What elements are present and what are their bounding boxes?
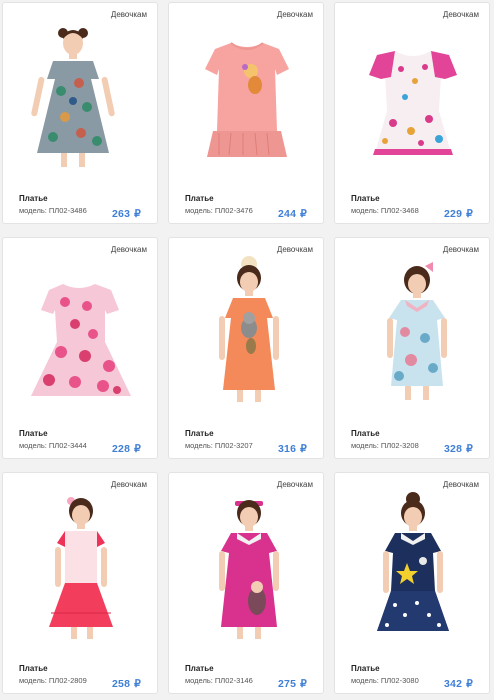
product-card[interactable]: Девочкам Платье модель: ПЛ02-3146 275 ₽ (168, 472, 324, 694)
product-model: модель: ПЛ02-3208 (351, 441, 419, 450)
category-label[interactable]: Девочкам (111, 480, 147, 489)
product-image[interactable] (345, 491, 481, 641)
product-model: модель: ПЛ02-3444 (19, 441, 87, 450)
product-card[interactable]: Девочкам Платье модель: ПЛ02-3444 228 ₽ (2, 237, 158, 459)
category-label[interactable]: Девочкам (277, 10, 313, 19)
product-name[interactable]: Платье (19, 194, 48, 203)
product-card[interactable]: Девочкам Платье модель: ПЛ02-3476 244 ₽ (168, 2, 324, 224)
product-model: модель: ПЛ02-3476 (185, 206, 253, 215)
product-price: 244 ₽ (277, 208, 307, 220)
product-image[interactable] (13, 256, 149, 406)
product-name[interactable]: Платье (19, 664, 48, 673)
category-label[interactable]: Девочкам (111, 10, 147, 19)
product-image[interactable] (345, 256, 481, 406)
product-name[interactable]: Платье (351, 664, 380, 673)
product-card[interactable]: Девочкам Платье модель: ПЛ02-3080 342 ₽ (334, 472, 490, 694)
category-label[interactable]: Девочкам (443, 245, 479, 254)
product-name[interactable]: Платье (351, 194, 380, 203)
category-label[interactable]: Девочкам (443, 480, 479, 489)
product-card[interactable]: Девочкам Платье модель: ПЛ02-2809 258 ₽ (2, 472, 158, 694)
product-price: 228 ₽ (111, 443, 141, 455)
product-price: 342 ₽ (443, 678, 473, 690)
product-price: 275 ₽ (277, 678, 307, 690)
product-image[interactable] (13, 21, 149, 171)
product-name[interactable]: Платье (351, 429, 380, 438)
product-card[interactable]: Девочкам Платье модель: ПЛ02-3208 328 ₽ (334, 237, 490, 459)
product-name[interactable]: Платье (185, 429, 214, 438)
category-label[interactable]: Девочкам (277, 245, 313, 254)
product-image[interactable] (179, 21, 315, 171)
category-label[interactable]: Девочкам (111, 245, 147, 254)
category-label[interactable]: Девочкам (443, 10, 479, 19)
product-image[interactable] (179, 491, 315, 641)
product-price: 229 ₽ (443, 208, 473, 220)
product-image[interactable] (345, 21, 481, 171)
product-model: модель: ПЛ02-3080 (351, 676, 419, 685)
product-name[interactable]: Платье (19, 429, 48, 438)
product-price: 328 ₽ (443, 443, 473, 455)
product-model: модель: ПЛ02-3486 (19, 206, 87, 215)
product-price: 316 ₽ (277, 443, 307, 455)
category-label[interactable]: Девочкам (277, 480, 313, 489)
product-model: модель: ПЛ02-2809 (19, 676, 87, 685)
product-model: модель: ПЛ02-3207 (185, 441, 253, 450)
product-model: модель: ПЛ02-3146 (185, 676, 253, 685)
product-grid: Девочкам Платье модель: ПЛ02-3486 263 ₽ Д… (0, 0, 494, 700)
product-card[interactable]: Девочкам Платье модель: ПЛ02-3486 263 ₽ (2, 2, 158, 224)
product-price: 263 ₽ (111, 208, 141, 220)
product-name[interactable]: Платье (185, 194, 214, 203)
product-model: модель: ПЛ02-3468 (351, 206, 419, 215)
product-image[interactable] (13, 491, 149, 641)
product-name[interactable]: Платье (185, 664, 214, 673)
product-card[interactable]: Девочкам Платье модель: ПЛ02-3468 229 ₽ (334, 2, 490, 224)
product-image[interactable] (179, 256, 315, 406)
product-card[interactable]: Девочкам Платье модель: ПЛ02-3207 316 ₽ (168, 237, 324, 459)
product-price: 258 ₽ (111, 678, 141, 690)
